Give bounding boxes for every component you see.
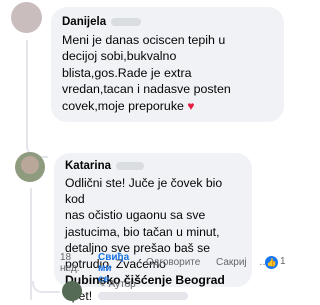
- avatar[interactable]: [11, 2, 42, 33]
- author-badge-label: Аутор: [108, 279, 136, 290]
- heart-icon: ♥: [187, 98, 195, 113]
- like-count[interactable]: 1: [280, 256, 286, 267]
- comment-actions: 18 нед. Свиђа ми се Одговорите Сакриј …: [60, 250, 295, 285]
- like-label-line1[interactable]: Свиђа: [98, 252, 129, 263]
- author-name[interactable]: Danijela: [62, 16, 106, 28]
- redacted-surname: [116, 161, 145, 170]
- like-reaction-icon[interactable]: 👍: [265, 256, 278, 269]
- comment-author[interactable]: Danijela: [62, 15, 273, 29]
- timestamp-unit[interactable]: нед.: [60, 263, 79, 274]
- comment-bubble: Danijela Meni je danas ociscen tepih u d…: [51, 7, 284, 122]
- hide-button[interactable]: Сакриј: [216, 257, 247, 268]
- comment-author[interactable]: Katarina: [65, 159, 241, 173]
- comment-body: Meni je danas ociscen tepih u decijoj so…: [62, 33, 231, 113]
- reply-connector: [32, 281, 60, 293]
- timestamp-value[interactable]: 18: [60, 252, 71, 263]
- author-name[interactable]: Katarina: [65, 160, 111, 172]
- reply-avatar[interactable]: [62, 281, 82, 301]
- comment-text: Odlični ste! Juče je čovek bio kod nas o…: [65, 175, 241, 305]
- comment-text: Meni je danas ociscen tepih u decijoj so…: [62, 32, 273, 114]
- author-badge: ✎ Аутор: [98, 279, 136, 290]
- avatar[interactable]: [15, 152, 45, 182]
- reply-author-name-placeholder: [98, 292, 188, 300]
- pen-icon: ✎: [98, 279, 106, 289]
- redacted-surname: [111, 17, 142, 26]
- reply-button[interactable]: Одговорите: [146, 257, 200, 268]
